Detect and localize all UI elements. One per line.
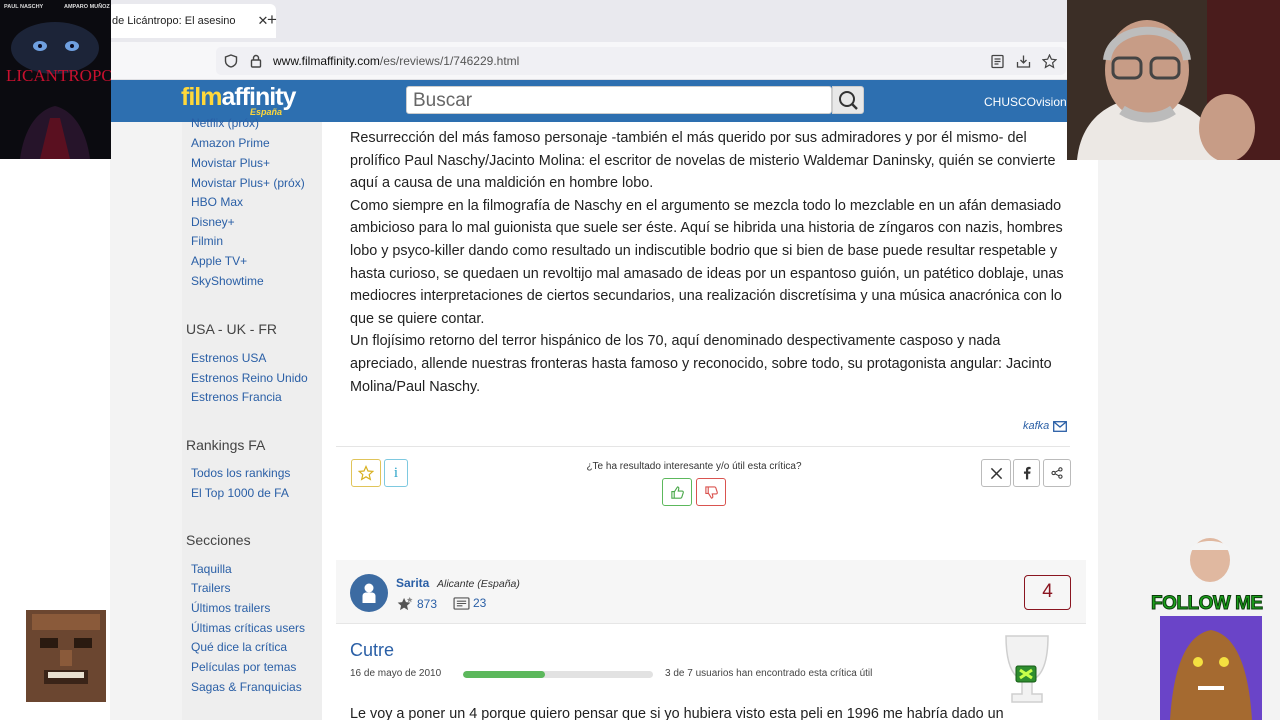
search-input[interactable] bbox=[413, 89, 823, 113]
reviewer-ratings-count[interactable]: 873 bbox=[396, 596, 437, 611]
search-button[interactable] bbox=[832, 86, 864, 114]
sidebar-link-filmin[interactable]: Filmin bbox=[191, 234, 223, 248]
ratings-count-value: 873 bbox=[417, 596, 438, 611]
useful-progress-fill bbox=[463, 671, 545, 678]
review-author-name: kafka bbox=[1023, 420, 1050, 432]
sidebar-link-todos-rankings[interactable]: Todos los rankings bbox=[191, 466, 290, 480]
poster-actor-right: AMPARO MUÑOZ bbox=[64, 4, 110, 10]
sidebar-link-peliculas-temas[interactable]: Películas por temas bbox=[191, 660, 296, 674]
favorite-button[interactable] bbox=[351, 459, 381, 487]
shield-icon[interactable] bbox=[224, 54, 238, 68]
envelope-icon[interactable] bbox=[1053, 420, 1068, 432]
review-body-start: Le voy a poner un 4 porque quiero pensar… bbox=[350, 706, 1004, 720]
review-paragraph: Como siempre en la filmografía de Naschy… bbox=[350, 197, 1064, 327]
facebook-icon bbox=[1023, 466, 1031, 480]
address-bar[interactable]: www.filmaffinity.com/es/reviews/1/746229… bbox=[216, 47, 1066, 75]
reviewer-reviews-count[interactable]: 23 bbox=[453, 596, 486, 610]
reviewer-location: Alicante (España) bbox=[437, 578, 520, 590]
useful-progress-bar bbox=[463, 671, 653, 678]
sidebar-link-netflix-prox[interactable]: Netflix (próx) bbox=[191, 116, 259, 130]
star-icon bbox=[358, 465, 374, 481]
browser-tab-bar: de Licántropo: El asesino ✕ + bbox=[0, 0, 1068, 42]
reviewer-name[interactable]: Sarita bbox=[396, 576, 429, 590]
webcam-overlay bbox=[1067, 0, 1280, 160]
sidebar-heading-rankings: Rankings FA bbox=[186, 437, 266, 453]
sidebar-link-estrenos-francia[interactable]: Estrenos Francia bbox=[191, 390, 282, 404]
trophy-cup-icon bbox=[1005, 635, 1049, 703]
review-date: 16 de mayo de 2010 bbox=[350, 668, 442, 679]
lock-icon[interactable] bbox=[250, 54, 262, 68]
sidebar-link-estrenos-reino-unido[interactable]: Estrenos Reino Unido bbox=[191, 371, 308, 385]
sidebar-link-que-dice-critica[interactable]: Qué dice la crítica bbox=[191, 640, 287, 654]
thumbs-down-icon bbox=[704, 485, 718, 499]
poster-title: LICANTROPO bbox=[6, 66, 111, 85]
new-tab-icon[interactable]: + bbox=[262, 10, 282, 30]
review-title: Cutre bbox=[350, 640, 395, 660]
review-paragraph: Resurrección del más famoso personaje -t… bbox=[350, 130, 1056, 192]
avatar[interactable] bbox=[350, 574, 388, 612]
info-button[interactable]: i bbox=[384, 459, 408, 487]
sidebar-link-ultimos-trailers[interactable]: Últimos trailers bbox=[191, 601, 270, 615]
wolf-face-image bbox=[11, 22, 99, 74]
sidebar-link-apple-tv[interactable]: Apple TV+ bbox=[191, 254, 247, 268]
review-paragraph: Un flojísimo retorno del terror hispánic… bbox=[350, 333, 1052, 395]
sidebar-link-sagas[interactable]: Sagas & Franquicias bbox=[191, 680, 302, 694]
useful-question: ¿Te ha resultado interesante y/o útil es… bbox=[586, 461, 802, 472]
sidebar-link-taquilla[interactable]: Taquilla bbox=[191, 562, 232, 576]
follow-me-werewolf-sticker bbox=[1160, 538, 1262, 720]
share-icon bbox=[1051, 467, 1063, 479]
sidebar-heading-usa-uk-fr: USA - UK - FR bbox=[186, 321, 278, 337]
sidebar-link-trailers[interactable]: Trailers bbox=[191, 581, 231, 595]
sidebar-link-top-1000[interactable]: El Top 1000 de FA bbox=[191, 486, 289, 500]
sidebar-link-skyshowtime[interactable]: SkyShowtime bbox=[191, 274, 264, 288]
sidebar-link-movistar[interactable]: Movistar Plus+ bbox=[191, 156, 270, 170]
reviews-count-value: 23 bbox=[473, 596, 487, 610]
thumbs-up-icon bbox=[670, 485, 684, 499]
bookmark-star-icon[interactable] bbox=[1042, 54, 1057, 69]
sidebar-link-estrenos-usa[interactable]: Estrenos USA bbox=[191, 351, 266, 365]
thumbs-down-button[interactable] bbox=[696, 478, 726, 506]
review-header bbox=[336, 560, 1086, 624]
tab-title: de Licántropo: El asesino bbox=[112, 15, 236, 27]
url-path: /es/reviews/1/746229.html bbox=[379, 54, 520, 68]
user-silhouette-icon bbox=[362, 583, 376, 603]
url-text[interactable]: www.filmaffinity.com/es/reviews/1/746229… bbox=[273, 54, 519, 68]
sidebar-link-hbo-max[interactable]: HBO Max bbox=[191, 195, 243, 209]
poster-figures-image bbox=[20, 106, 90, 159]
share-facebook-button[interactable] bbox=[1013, 459, 1040, 487]
user-name[interactable]: CHUSCOvision bbox=[984, 95, 1067, 109]
follow-me-text: FOLLOW ME bbox=[1151, 593, 1264, 615]
sidebar-link-movistar-prox[interactable]: Movistar Plus+ (próx) bbox=[191, 176, 305, 190]
sidebar-link-amazon-prime[interactable]: Amazon Prime bbox=[191, 136, 270, 150]
share-button[interactable] bbox=[1043, 459, 1071, 487]
x-logo-icon bbox=[990, 467, 1002, 479]
reviews-icon bbox=[453, 596, 470, 610]
browser-nav-bar: www.filmaffinity.com/es/reviews/1/746229… bbox=[0, 42, 1068, 80]
thumbs-up-button[interactable] bbox=[662, 478, 692, 506]
star-ratings-icon bbox=[397, 596, 413, 611]
reader-view-icon[interactable] bbox=[990, 54, 1005, 69]
review-body: Resurrección del más famoso personaje -t… bbox=[350, 127, 1070, 398]
url-domain: www.filmaffinity.com bbox=[273, 54, 380, 68]
review-divider bbox=[336, 446, 1070, 447]
review-rating: 4 bbox=[1024, 575, 1071, 610]
sidebar-link-ultimas-criticas[interactable]: Últimas críticas users bbox=[191, 621, 305, 635]
browser-tab-active[interactable]: de Licántropo: El asesino ✕ bbox=[108, 4, 276, 38]
movie-poster-overlay: PAUL NASCHY AMPARO MUÑOZ LICANTROPO bbox=[0, 0, 111, 159]
pixel-face-sticker bbox=[26, 610, 106, 702]
search-icon bbox=[839, 91, 858, 110]
webcam-person-image bbox=[1067, 0, 1280, 160]
search-box bbox=[406, 86, 832, 114]
poster-actor-left: PAUL NASCHY bbox=[4, 4, 44, 10]
sidebar-link-disney[interactable]: Disney+ bbox=[191, 215, 235, 229]
share-x-button[interactable] bbox=[981, 459, 1011, 487]
review-author[interactable]: kafka bbox=[1023, 420, 1068, 432]
useful-count-text: 3 de 7 usuarios han encontrado esta crít… bbox=[665, 668, 873, 679]
save-to-pocket-icon[interactable] bbox=[1016, 54, 1031, 69]
sidebar-heading-secciones: Secciones bbox=[186, 532, 251, 548]
